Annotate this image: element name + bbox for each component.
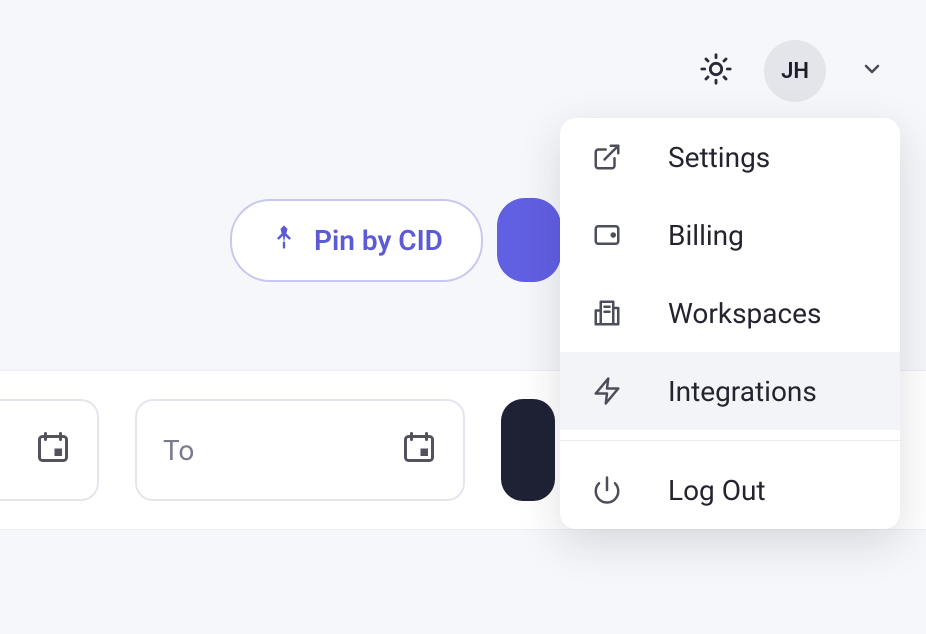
sun-icon: [699, 52, 733, 90]
menu-item-label: Log Out: [668, 474, 766, 507]
menu-item-workspaces[interactable]: Workspaces: [560, 274, 900, 352]
calendar-icon: [401, 429, 437, 472]
lightning-icon: [590, 374, 624, 408]
wallet-icon: [590, 218, 624, 252]
apply-filter-button[interactable]: [501, 399, 555, 501]
pin-icon: [270, 223, 298, 258]
building-icon: [590, 296, 624, 330]
external-link-icon: [590, 140, 624, 174]
menu-item-integrations[interactable]: Integrations: [560, 352, 900, 430]
date-from-input[interactable]: [0, 399, 99, 501]
power-icon: [590, 473, 624, 507]
menu-item-settings[interactable]: Settings: [560, 118, 900, 196]
calendar-icon: [35, 429, 71, 472]
menu-item-label: Settings: [668, 141, 770, 174]
user-dropdown-menu: Settings Billing Workspaces: [560, 118, 900, 529]
avatar-initials: JH: [781, 59, 809, 84]
date-to-input[interactable]: To: [135, 399, 465, 501]
menu-item-billing[interactable]: Billing: [560, 196, 900, 274]
menu-divider: [560, 440, 900, 441]
pin-by-cid-button[interactable]: Pin by CID: [230, 199, 483, 282]
menu-item-logout[interactable]: Log Out: [560, 451, 900, 529]
theme-toggle-button[interactable]: [696, 51, 736, 91]
date-to-placeholder: To: [163, 434, 194, 467]
menu-item-label: Billing: [668, 219, 744, 252]
user-menu-toggle[interactable]: [854, 51, 890, 91]
chevron-down-icon: [860, 57, 884, 85]
primary-action-button[interactable]: [497, 198, 561, 282]
menu-item-label: Integrations: [668, 375, 817, 408]
pin-button-label: Pin by CID: [314, 224, 443, 257]
avatar[interactable]: JH: [764, 40, 826, 102]
menu-item-label: Workspaces: [668, 297, 821, 330]
